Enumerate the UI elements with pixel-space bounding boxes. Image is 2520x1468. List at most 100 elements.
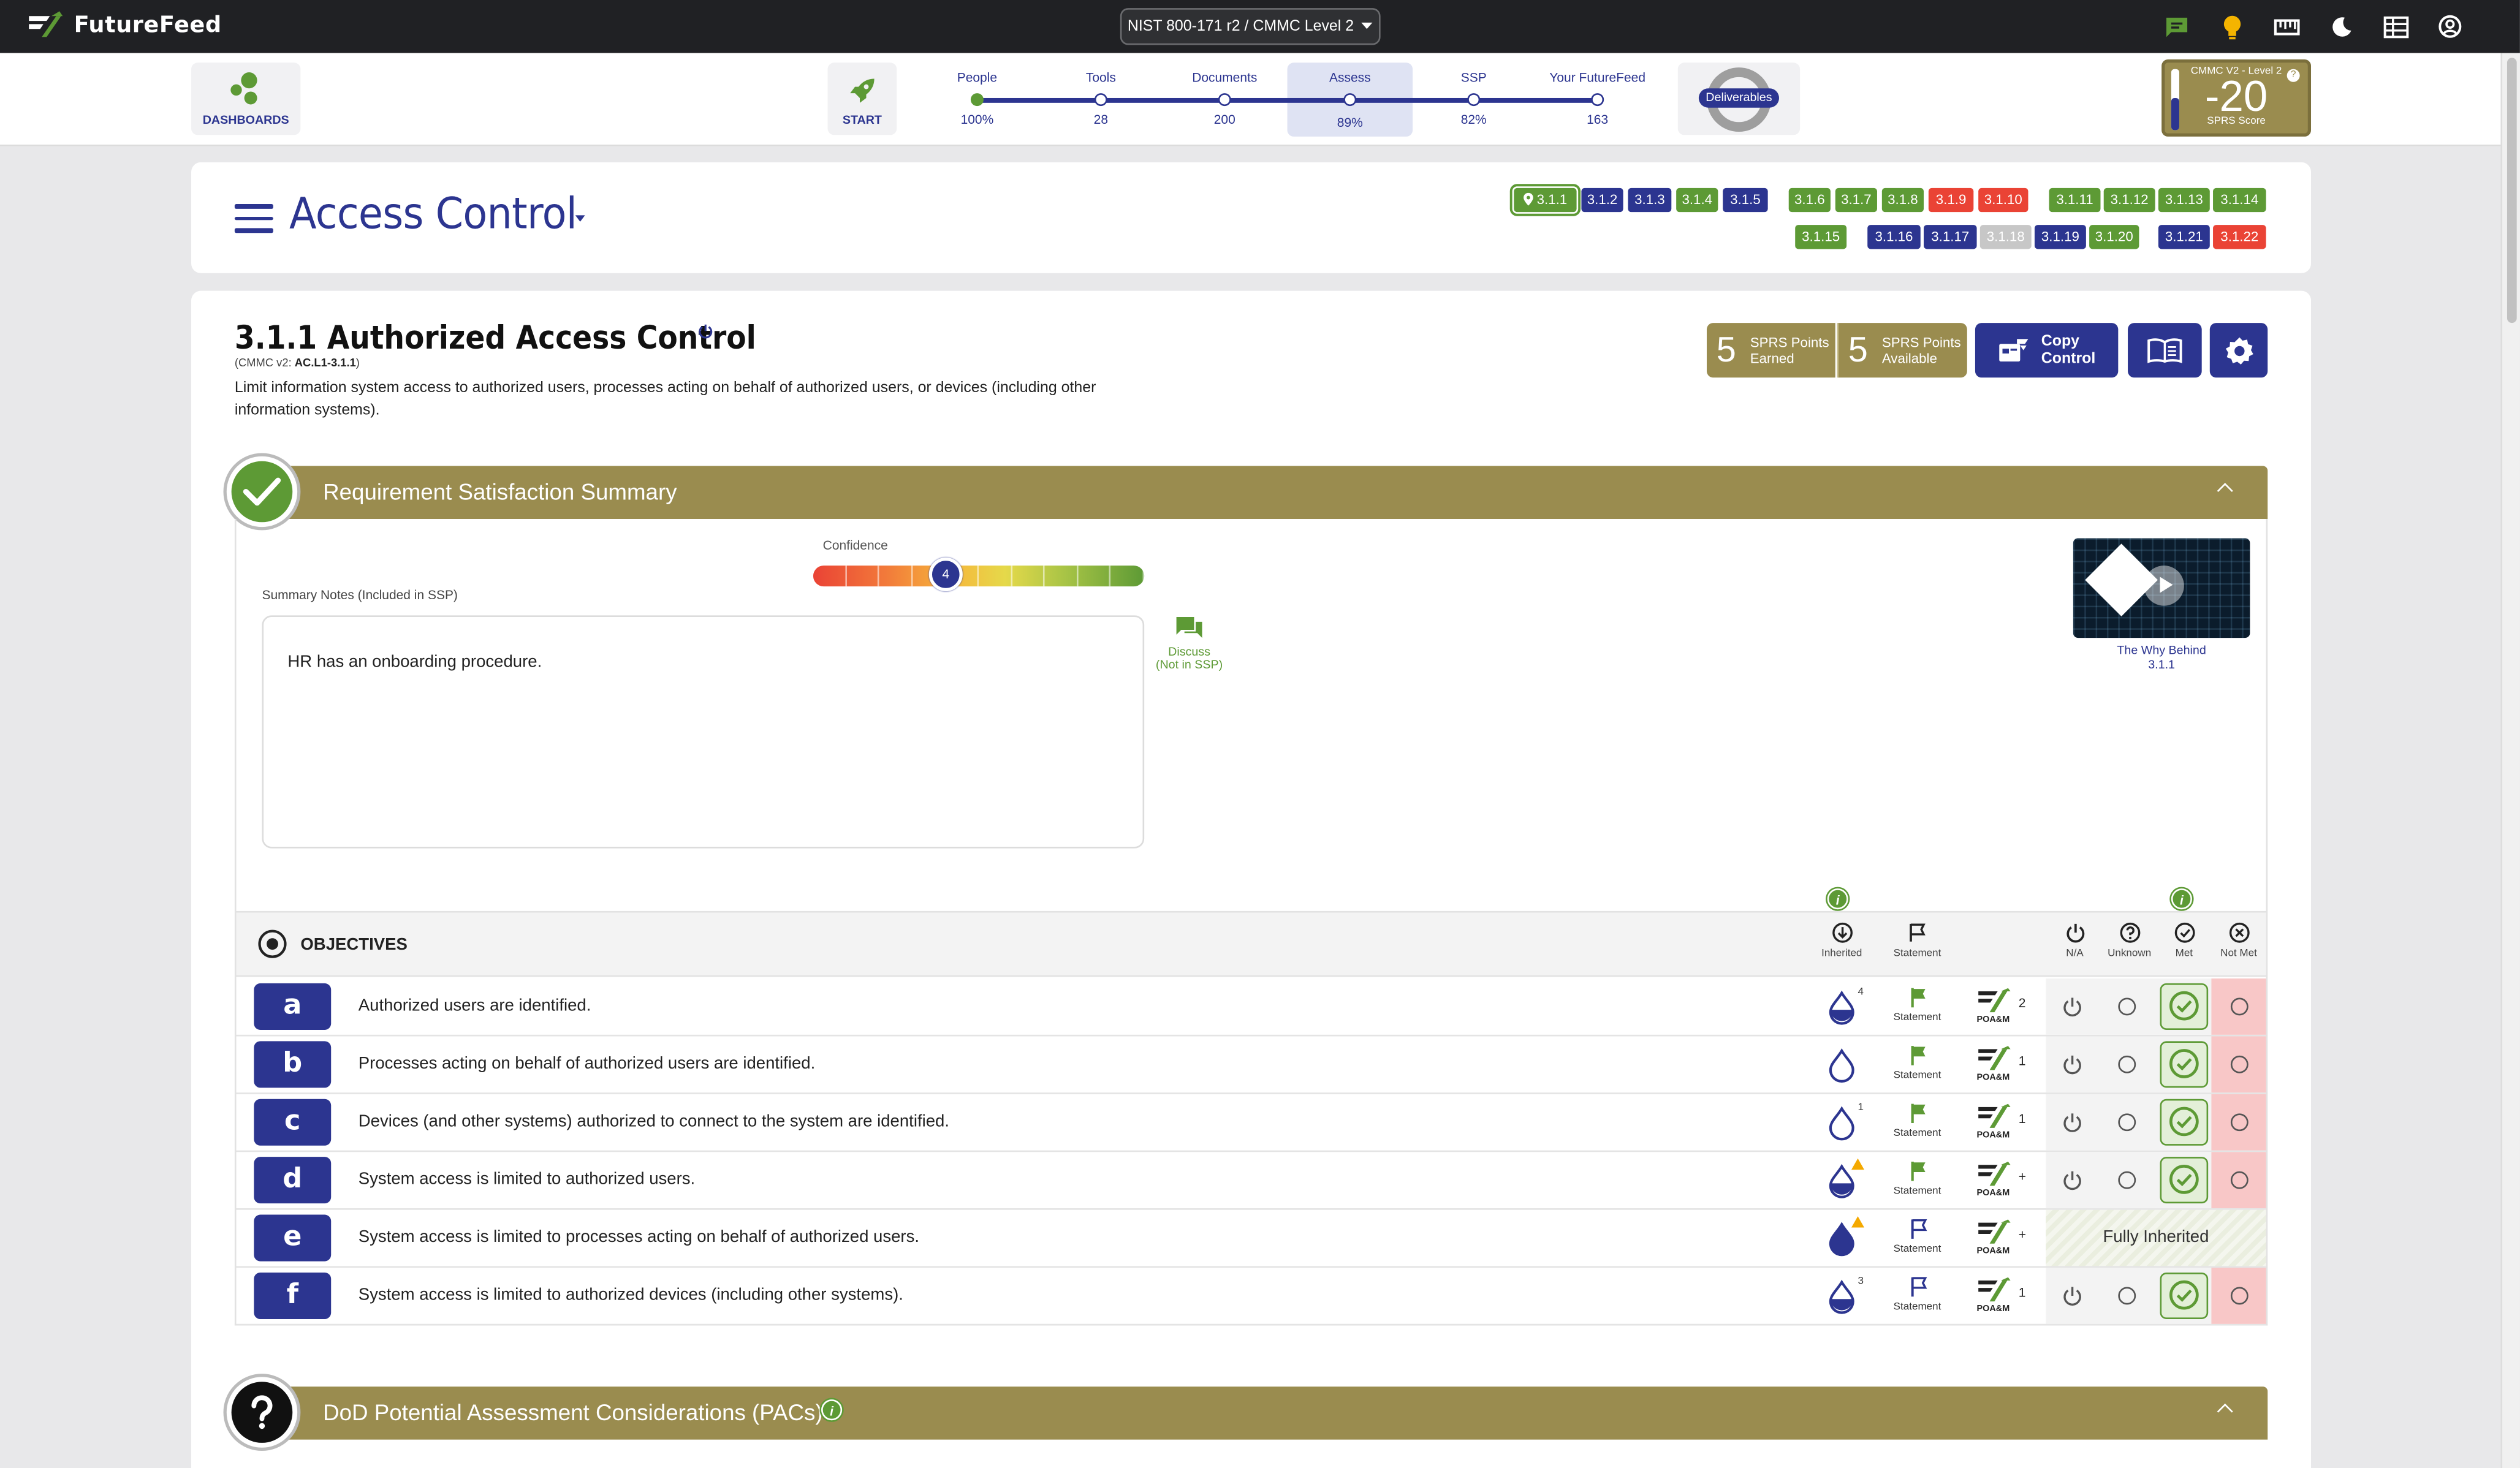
unknown-radio[interactable] [2118, 1287, 2136, 1305]
control-chip-3.1.8[interactable]: 3.1.8 [1881, 187, 1924, 213]
met-radio-selected[interactable] [2160, 1099, 2209, 1146]
control-chip-3.1.13[interactable]: 3.1.13 [2158, 187, 2210, 213]
why-behind-video-thumbnail[interactable] [2073, 538, 2250, 638]
met-radio-selected[interactable] [2160, 1272, 2209, 1319]
poam-button[interactable]: 1 POA&M [1977, 1103, 2029, 1143]
summary-section-header[interactable]: Requirement Satisfaction Summary [234, 466, 2268, 520]
poam-button[interactable]: + POA&M [1977, 1161, 2029, 1200]
poam-button[interactable]: + POA&M [1977, 1219, 2029, 1258]
copy-control-button[interactable]: Copy Control [1975, 323, 2119, 378]
family-title[interactable]: Access Control [289, 189, 577, 239]
summary-notes-textarea[interactable]: HR has an onboarding procedure. [262, 615, 1145, 849]
scrollbar-thumb[interactable] [2507, 58, 2517, 323]
not-met-radio[interactable] [2230, 997, 2249, 1016]
account-icon[interactable] [2437, 13, 2464, 40]
inherited-drop-icon[interactable]: 3 [1824, 1276, 1864, 1314]
step-your-futurefeed[interactable]: Your FutureFeed 163 [1533, 53, 1662, 146]
control-chip-3.1.20[interactable]: 3.1.20 [2089, 225, 2139, 249]
control-chip-3.1.12[interactable]: 3.1.12 [2103, 187, 2155, 213]
control-chip-3.1.2[interactable]: 3.1.2 [1581, 187, 1623, 213]
control-chip-3.1.14[interactable]: 3.1.14 [2213, 187, 2266, 213]
not-met-radio[interactable] [2230, 1113, 2249, 1132]
step-ssp[interactable]: SSP 82% [1410, 53, 1538, 146]
control-chip-3.1.1[interactable]: 3.1.1 [1512, 186, 1579, 214]
dark-mode-icon[interactable] [2327, 13, 2355, 40]
control-chip-3.1.5[interactable]: 3.1.5 [1723, 187, 1768, 213]
step-people[interactable]: People 100% [913, 53, 1042, 146]
control-chip-3.1.10[interactable]: 3.1.10 [1978, 187, 2029, 213]
deliverables-button[interactable]: Deliverables [1677, 62, 1801, 135]
poam-button[interactable]: 1 POA&M [1977, 1277, 2029, 1316]
inherited-drop-icon[interactable] [1824, 1158, 1864, 1199]
sprs-score-widget[interactable]: ? CMMC V2 - Level 2 -20 SPRS Score [2161, 59, 2312, 137]
chat-icon[interactable] [2163, 13, 2191, 40]
help-icon[interactable]: ? [2287, 69, 2300, 82]
unknown-radio[interactable] [2118, 997, 2136, 1016]
not-met-radio[interactable] [2230, 1171, 2249, 1189]
na-radio-icon[interactable] [2062, 1170, 2083, 1190]
met-radio-selected[interactable] [2160, 1157, 2209, 1204]
control-chip-3.1.7[interactable]: 3.1.7 [1835, 187, 1877, 213]
power-icon[interactable] [697, 323, 713, 339]
inherited-drop-icon[interactable] [1824, 1216, 1864, 1257]
control-chip-3.1.9[interactable]: 3.1.9 [1928, 187, 1974, 213]
inherited-drop-icon[interactable]: 4 [1824, 986, 1864, 1025]
objective-letter[interactable]: e [254, 1214, 332, 1262]
objective-letter[interactable]: d [254, 1157, 332, 1204]
statement-button[interactable]: Statement [1885, 1160, 1949, 1197]
objective-letter[interactable]: f [254, 1272, 332, 1319]
control-chip-3.1.21[interactable]: 3.1.21 [2158, 225, 2210, 249]
statement-button[interactable]: Statement [1885, 986, 1949, 1023]
control-chip-3.1.3[interactable]: 3.1.3 [1628, 187, 1672, 213]
video-caption[interactable]: The Why Behind 3.1.1 [2073, 643, 2250, 672]
step-tools[interactable]: Tools 28 [1036, 53, 1165, 146]
na-radio-icon[interactable] [2062, 1285, 2083, 1306]
objective-letter[interactable]: c [254, 1099, 332, 1146]
inherited-drop-icon[interactable] [1824, 1048, 1859, 1083]
met-info-icon[interactable]: i [2171, 888, 2192, 910]
play-icon[interactable] [2144, 566, 2184, 606]
not-met-radio[interactable] [2230, 1055, 2249, 1073]
collapse-chevron-icon[interactable] [2217, 483, 2233, 499]
lightbulb-icon[interactable] [2218, 13, 2245, 40]
dashboards-button[interactable]: DASHBOARDS [191, 62, 301, 135]
pacs-info-icon[interactable]: i [821, 1399, 843, 1421]
statement-button[interactable]: Statement [1885, 1218, 1949, 1255]
control-chip-3.1.22[interactable]: 3.1.22 [2213, 225, 2266, 249]
menu-icon[interactable] [234, 204, 273, 233]
discuss-button[interactable]: Discuss (Not in SSP) [1147, 615, 1231, 672]
statement-button[interactable]: Statement [1885, 1276, 1949, 1313]
objective-letter[interactable]: b [254, 1041, 332, 1088]
na-radio-icon[interactable] [2062, 1054, 2083, 1075]
pacs-section-header[interactable]: DoD Potential Assessment Considerations … [234, 1387, 2268, 1440]
met-radio-selected[interactable] [2160, 983, 2209, 1030]
control-chip-3.1.6[interactable]: 3.1.6 [1788, 187, 1831, 213]
control-chip-3.1.15[interactable]: 3.1.15 [1795, 225, 1847, 249]
page-scrollbar[interactable] [2500, 53, 2520, 1468]
family-dropdown-caret-icon[interactable] [575, 215, 585, 222]
met-radio-selected[interactable] [2160, 1041, 2209, 1088]
unknown-radio[interactable] [2118, 1113, 2136, 1132]
unknown-radio[interactable] [2118, 1171, 2136, 1189]
step-assess[interactable]: Assess 89% [1286, 53, 1414, 146]
ruler-icon[interactable] [2272, 13, 2300, 40]
objective-letter[interactable]: a [254, 983, 332, 1030]
control-chip-3.1.16[interactable]: 3.1.16 [1867, 225, 1921, 249]
confidence-slider[interactable] [813, 566, 1145, 587]
collapse-chevron-icon[interactable] [2217, 1403, 2233, 1420]
app-logo[interactable]: FutureFeed [26, 10, 222, 42]
control-chip-3.1.4[interactable]: 3.1.4 [1676, 187, 1718, 213]
unknown-radio[interactable] [2118, 1055, 2136, 1073]
control-chip-3.1.11[interactable]: 3.1.11 [2049, 187, 2101, 213]
framework-selector[interactable]: NIST 800-171 r2 / CMMC Level 2 [1120, 8, 1381, 45]
statement-button[interactable]: Statement [1885, 1045, 1949, 1081]
na-radio-icon[interactable] [2062, 996, 2083, 1017]
control-chip-3.1.19[interactable]: 3.1.19 [2034, 225, 2086, 249]
poam-button[interactable]: 1 POA&M [1977, 1046, 2029, 1084]
not-met-radio[interactable] [2230, 1287, 2249, 1305]
reference-book-button[interactable] [2128, 323, 2202, 378]
statement-button[interactable]: Statement [1885, 1102, 1949, 1139]
step-documents[interactable]: Documents 200 [1160, 53, 1289, 146]
control-chip-3.1.17[interactable]: 3.1.17 [1924, 225, 1977, 249]
inherited-drop-icon[interactable]: 1 [1824, 1102, 1864, 1141]
